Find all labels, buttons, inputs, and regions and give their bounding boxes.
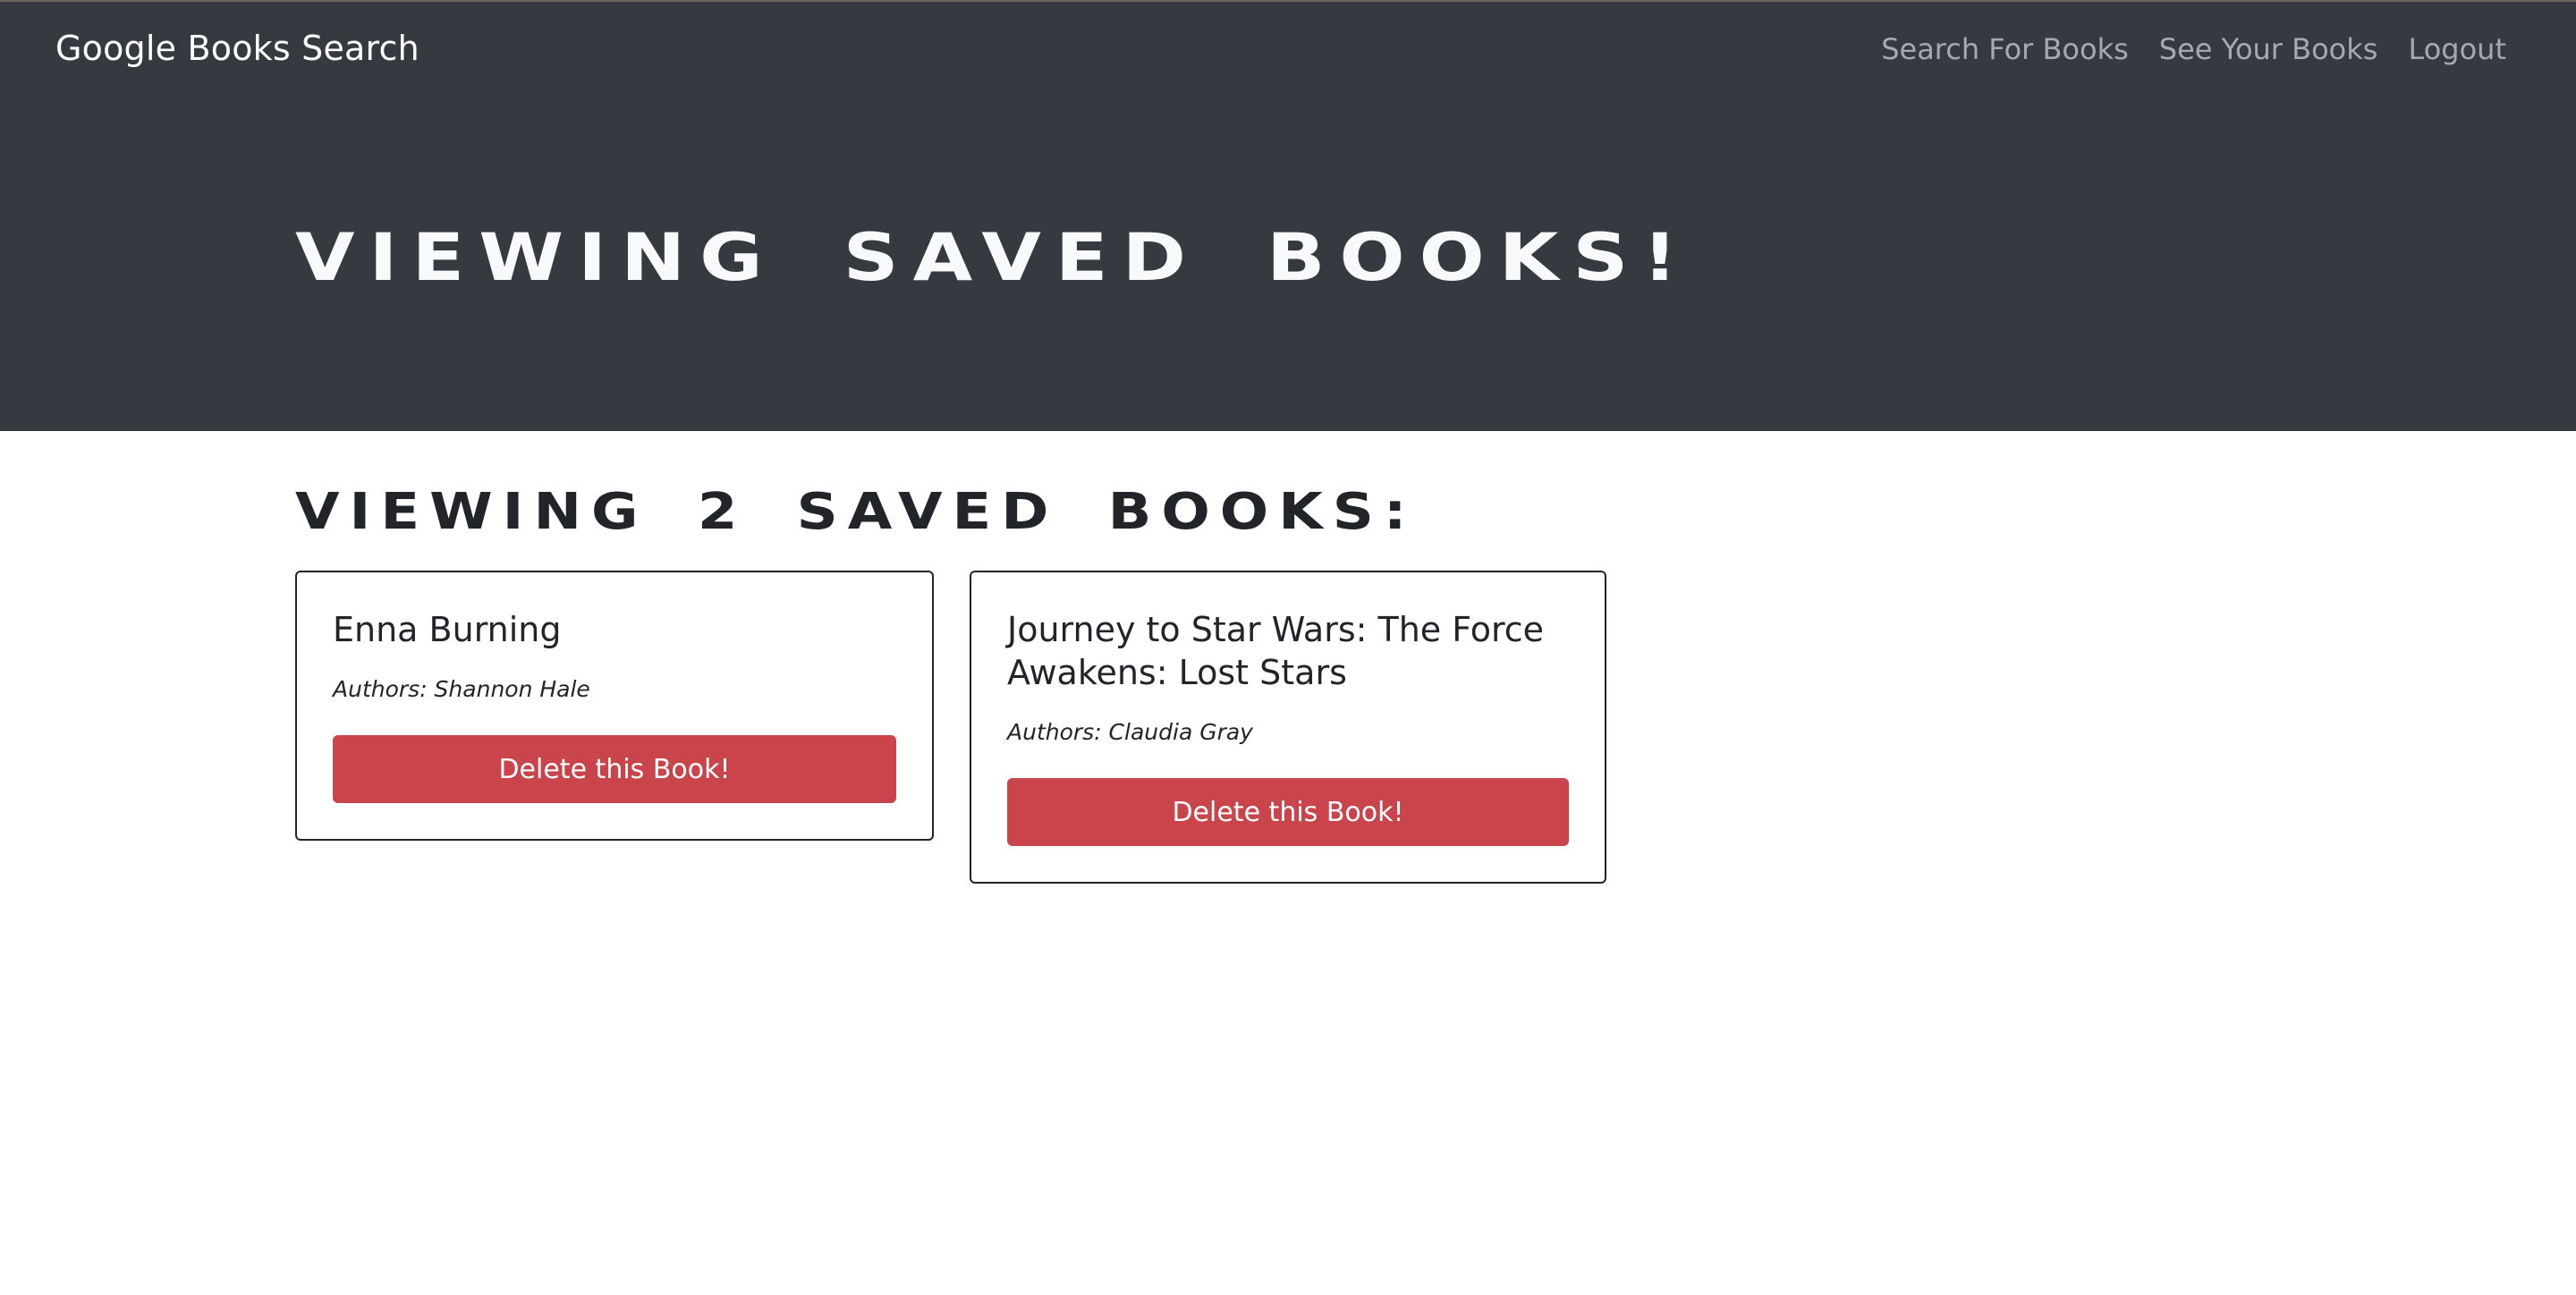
nav-see-your-books[interactable]: See Your Books [2159, 32, 2378, 66]
book-authors: Authors: Shannon Hale [333, 676, 590, 702]
book-authors: Authors: Claudia Gray [1007, 719, 1253, 745]
nav-search-for-books[interactable]: Search For Books [1881, 32, 2129, 66]
book-card: Enna Burning Authors: Shannon Hale Delet… [295, 571, 934, 841]
nav-links: Search For Books See Your Books Logout [1881, 32, 2506, 66]
nav-logout[interactable]: Logout [2408, 32, 2506, 66]
saved-books-count-heading: Viewing 2 saved books: [295, 483, 1417, 542]
brand-link[interactable]: Google Books Search [55, 29, 419, 68]
jumbotron: Viewing saved books! [0, 106, 2576, 431]
book-card: Journey to Star Wars: The Force Awakens:… [970, 571, 1606, 884]
page-title: Viewing saved books! [295, 220, 1692, 296]
navbar: Google Books Search Search For Books See… [0, 0, 2576, 106]
delete-book-button[interactable]: Delete this Book! [333, 735, 896, 803]
delete-book-button[interactable]: Delete this Book! [1007, 778, 1569, 846]
book-title: Journey to Star Wars: The Force Awakens:… [1007, 610, 1545, 692]
book-title: Enna Burning [333, 610, 562, 649]
